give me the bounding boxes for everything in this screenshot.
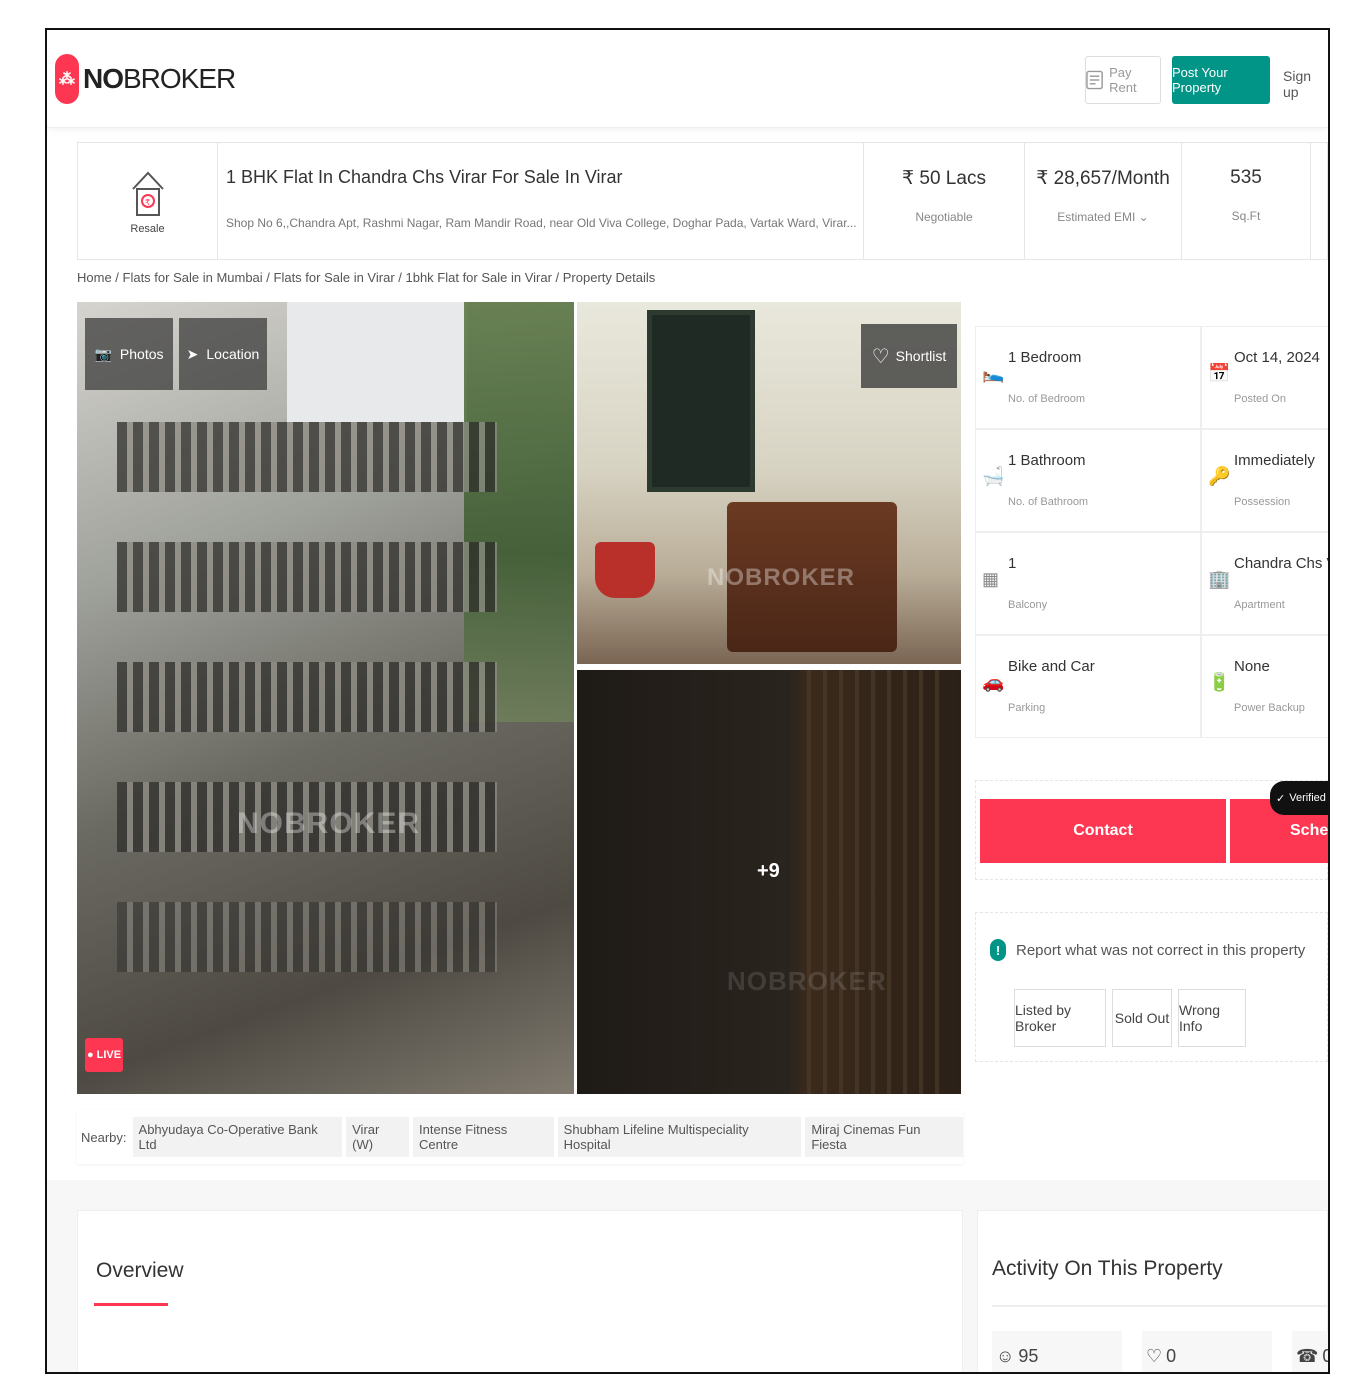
watermark-text: NOBROKER (237, 807, 421, 840)
detail-balcony: ▦ 1 Balcony (975, 532, 1201, 635)
nearby-chip[interactable]: Intense Fitness Centre (413, 1117, 554, 1157)
property-details-grid: 🛌 1 Bedroom No. of Bedroom 📅 Oct 14, 202… (975, 326, 1328, 740)
shortlist-button[interactable]: ♡ Shortlist (861, 324, 957, 388)
emi-value: ₹ 28,657/Month (1036, 168, 1170, 189)
overview-title[interactable]: Overview (96, 1259, 184, 1283)
browser-frame: ⁂ NOBROKER Pay Rent Post Your Property S… (45, 28, 1330, 1374)
camera-icon: 📷 (94, 345, 112, 362)
detail-possession: 🔑 Immediately Possession (1201, 429, 1328, 532)
nearby-places: Nearby: Abhyudaya Co-Operative Bank Ltd … (77, 1110, 963, 1164)
phone-icon: ☎ (1296, 1345, 1319, 1366)
report-panel: ! Report what was not correct in this pr… (975, 912, 1328, 1062)
more-photos-count: +9 (757, 860, 780, 882)
views-stat: ☺ 95 (992, 1331, 1122, 1372)
key-icon: 🔑 (1208, 466, 1231, 486)
bathroom-icon: 🛁 (982, 466, 1005, 486)
price-cell: ₹ 50 Lacs Negotiable (863, 143, 1024, 259)
watermark-text: NOBROKER (707, 564, 856, 591)
detail-power-backup: 🔋 None Power Backup (1201, 635, 1328, 738)
user-icon: ☺ (996, 1345, 1015, 1366)
contact-actions: Contact Sched ✓ Verified Ava (975, 780, 1328, 880)
price-note: Negotiable (915, 210, 973, 224)
overview-panel: Overview (77, 1210, 963, 1372)
live-badge: ● LIVE (85, 1038, 123, 1072)
report-message: Report what was not correct in this prop… (1016, 941, 1306, 959)
verified-badge: ✓ Verified Ava (1270, 781, 1328, 815)
emi-note: Estimated EMI (1057, 210, 1136, 224)
price-value: ₹ 50 Lacs (902, 168, 986, 189)
overview-underline (94, 1303, 168, 1306)
pay-rent-icon (1086, 70, 1103, 90)
svg-text:₹: ₹ (145, 198, 150, 207)
resale-house-icon: ₹ (131, 171, 164, 216)
detail-bedroom: 🛌 1 Bedroom No. of Bedroom (975, 326, 1201, 429)
report-sold-out[interactable]: Sold Out (1112, 989, 1172, 1047)
area-unit: Sq.Ft (1231, 209, 1261, 223)
photos-button[interactable]: 📷 Photos (85, 318, 173, 390)
area-cell: 535 Sq.Ft (1181, 143, 1311, 259)
balcony-icon: ▦ (982, 569, 1000, 589)
logo-icon: ⁂ (55, 54, 79, 104)
compass-icon: ➤ (186, 345, 199, 362)
detail-apartment: 🏢 Chandra Chs Virar Apartment (1201, 532, 1328, 635)
detail-posted-on: 📅 Oct 14, 2024 Posted On (1201, 326, 1328, 429)
shortlists-stat: ♡ 0 (1142, 1331, 1272, 1372)
sign-up-link[interactable]: Sign up (1283, 68, 1328, 100)
chevron-down-icon: ⌄ (1138, 210, 1149, 224)
heart-icon: ♡ (1146, 1345, 1163, 1366)
photos-label: Photos (119, 346, 164, 362)
pay-rent-label: Pay Rent (1109, 65, 1137, 95)
nearby-chip[interactable]: Virar (W) (346, 1117, 410, 1157)
calendar-icon: 📅 (1208, 363, 1231, 383)
nobroker-logo[interactable]: ⁂ NOBROKER (55, 54, 236, 104)
logo-text: NOBROKER (83, 63, 236, 94)
report-listed-by-broker[interactable]: Listed by Broker (1014, 989, 1106, 1047)
property-title: 1 BHK Flat In Chandra Chs Virar For Sale… (226, 167, 623, 187)
building-icon: 🏢 (1208, 569, 1231, 589)
location-label: Location (206, 346, 260, 362)
report-wrong-info[interactable]: Wrong Info (1178, 989, 1246, 1047)
battery-icon: 🔋 (1208, 672, 1231, 692)
location-button[interactable]: ➤ Location (179, 318, 267, 390)
more-photos[interactable]: NOBROKER +9 (577, 670, 961, 1094)
post-property-button[interactable]: Post Your Property (1172, 56, 1270, 104)
watermark-text: NOBROKER (727, 966, 887, 996)
activity-panel: Activity On This Property ☺ 95 ♡ 0 ☎ 0 (977, 1210, 1328, 1372)
property-type-label: Resale (130, 223, 165, 235)
contacts-stat: ☎ 0 (1292, 1331, 1328, 1372)
nearby-label: Nearby: (81, 1129, 127, 1145)
activity-title: Activity On This Property (992, 1257, 1223, 1280)
nearby-chip[interactable]: Abhyudaya Co-Operative Bank Ltd (132, 1117, 343, 1157)
pay-rent-button[interactable]: Pay Rent (1085, 56, 1161, 104)
shortlist-label: Shortlist (895, 348, 947, 364)
detail-parking: 🚗 Bike and Car Parking (975, 635, 1201, 738)
area-value: 535 (1230, 167, 1262, 188)
car-icon: 🚗 (982, 672, 1005, 692)
breadcrumb[interactable]: Home / Flats for Sale in Mumbai / Flats … (77, 270, 655, 285)
detail-bathroom: 🛁 1 Bathroom No. of Bathroom (975, 429, 1201, 532)
contact-button[interactable]: Contact (980, 799, 1226, 863)
site-header: ⁂ NOBROKER Pay Rent Post Your Property S… (47, 30, 1328, 128)
heart-icon: ♡ (871, 345, 890, 368)
nearby-chip[interactable]: Miraj Cinemas Fun Fiesta (805, 1117, 963, 1157)
property-summary-bar: ₹ Resale 1 BHK Flat In Chandra Chs Virar… (77, 142, 1328, 260)
nearby-chip[interactable]: Shubham Lifeline Multispeciality Hospita… (557, 1117, 802, 1157)
property-type: ₹ Resale (78, 143, 218, 259)
exclamation-icon: ! (990, 939, 1006, 961)
check-circle-icon: ✓ (1276, 792, 1286, 805)
bed-icon: 🛌 (982, 363, 1005, 383)
photo-gallery: NOBROKER NOBROKER NOBROKER +9 📷 Photos ➤… (77, 302, 961, 1094)
emi-cell[interactable]: ₹ 28,657/Month Estimated EMI ⌄ (1024, 143, 1181, 259)
main-photo[interactable]: NOBROKER (77, 302, 574, 1094)
live-dot-icon: ● (86, 1049, 94, 1061)
property-address: Shop No 6,,Chandra Apt, Rashmi Nagar, Ra… (226, 216, 856, 230)
